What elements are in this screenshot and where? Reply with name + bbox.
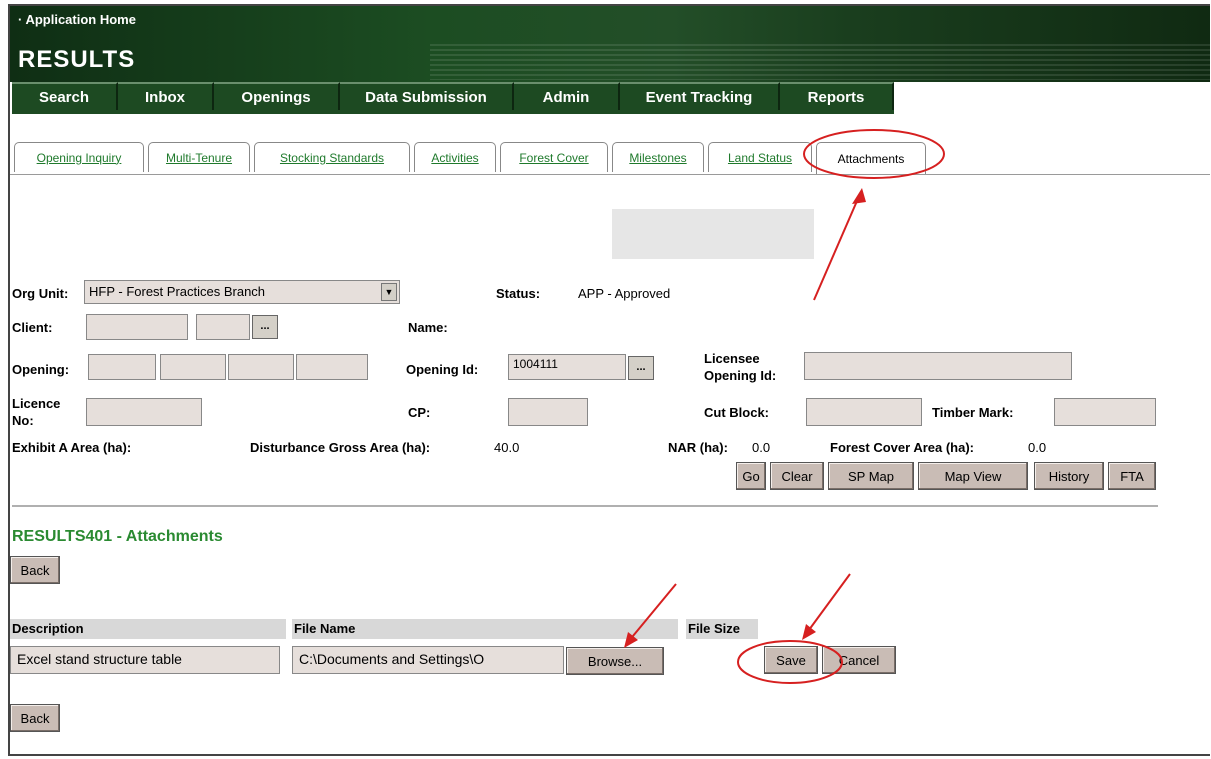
annotation-arrow-browse — [627, 583, 677, 643]
annotation-arrowhead — [624, 632, 638, 648]
annotation-arrowhead — [852, 188, 866, 204]
annotation-arrow-attachments — [813, 193, 861, 301]
annotation-overlay — [624, 129, 945, 684]
annotation-circle-save — [737, 640, 843, 684]
annotation-arrow-save — [805, 573, 851, 635]
annotation-circle-attachments — [803, 129, 945, 179]
annotation-arrowhead — [802, 624, 816, 640]
